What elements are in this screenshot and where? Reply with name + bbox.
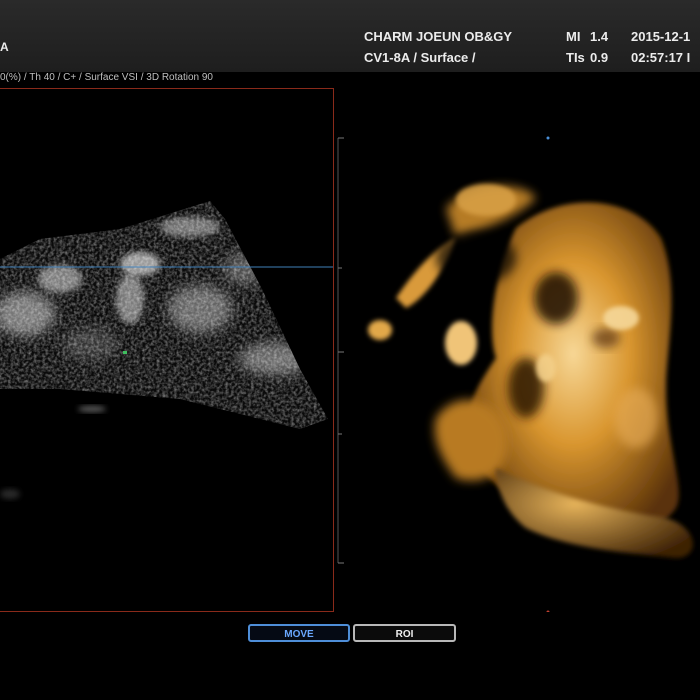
render-3d-view[interactable] (336, 88, 700, 612)
exam-time: 02:57:17 I (631, 50, 691, 65)
mi-value: 1.4 (590, 29, 609, 44)
tis-value: 0.9 (590, 50, 609, 65)
clinic-name: CHARM JOEUN OB&GY (364, 29, 513, 44)
header-left-label: A (0, 40, 9, 54)
move-button[interactable]: MOVE (248, 624, 350, 642)
imaging-parameters: 0(%) / Th 40 / C+ / Surface VSI / 3D Rot… (0, 72, 213, 83)
probe-preset: CV1-8A / Surface / (364, 50, 476, 65)
green-marker (123, 351, 127, 354)
surface-render (336, 88, 700, 612)
exam-date: 2015-12-1 (631, 29, 691, 44)
status-header: A CHARM JOEUN OB&GY CV1-8A / Surface / M… (0, 0, 700, 72)
roi-button[interactable]: ROI (353, 624, 456, 642)
tis-label: TIs (566, 50, 585, 65)
top-blue-dot (546, 136, 550, 140)
bmode-image (0, 89, 333, 611)
bmode-2d-view[interactable] (0, 88, 334, 612)
mi-label: MI (566, 29, 581, 44)
